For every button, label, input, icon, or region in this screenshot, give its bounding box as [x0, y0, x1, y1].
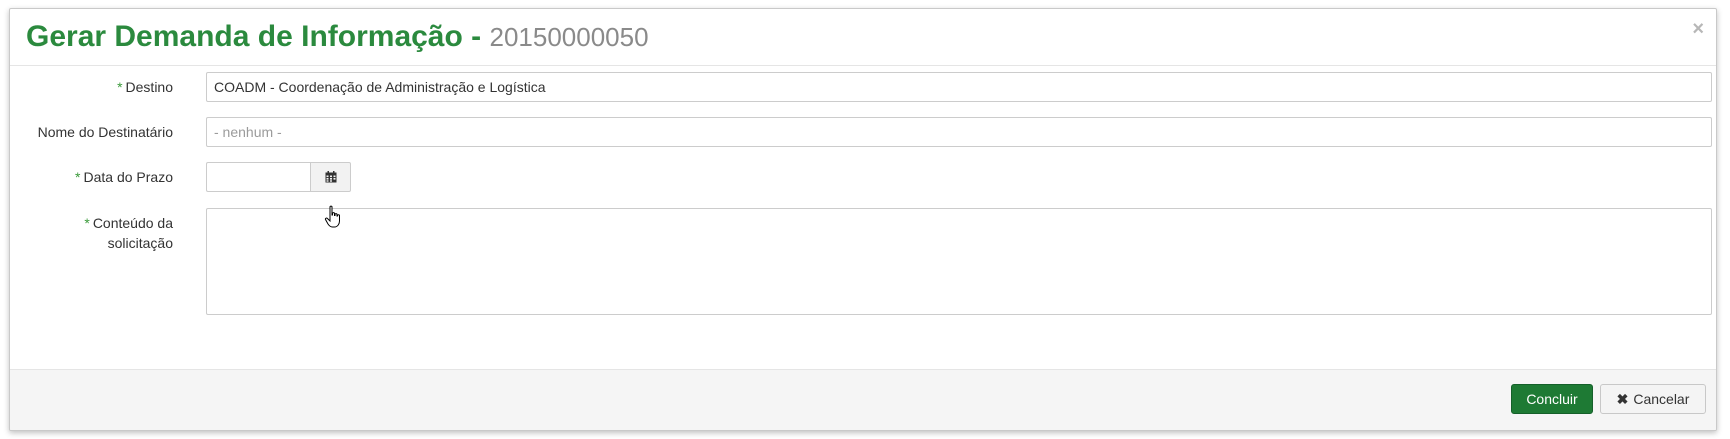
concluir-button[interactable]: Concluir [1511, 384, 1593, 414]
modal-footer: Concluir ✖ Cancelar [10, 369, 1716, 430]
data-prazo-row: * Data do Prazo [10, 162, 1716, 192]
required-mark: * [117, 79, 123, 95]
date-picker [206, 162, 351, 192]
destino-label: * Destino [117, 77, 173, 97]
destino-row: * Destino COADM - Coordenação de Administ… [10, 72, 1716, 102]
demand-number: 20150000050 [489, 22, 649, 52]
modal-title: Gerar Demanda de Informação - 2015000005… [26, 19, 649, 55]
conteudo-label-line2: solicitação [107, 235, 173, 251]
cancelar-label: Cancelar [1633, 391, 1690, 407]
nome-destinatario-row: Nome do Destinatário - nenhum - [10, 117, 1716, 147]
data-prazo-label-text: Data do Prazo [83, 169, 174, 185]
close-icon[interactable]: × [1692, 19, 1704, 39]
conteudo-label-line1: Conteúdo da [92, 215, 173, 231]
conteudo-row: * Conteúdo da solicitação [10, 208, 1716, 315]
required-mark: * [84, 215, 90, 231]
nome-destinatario-label: Nome do Destinatário [37, 124, 173, 140]
conteudo-label: * Conteúdo da [84, 213, 173, 233]
data-prazo-label: * Data do Prazo [75, 167, 173, 187]
modal-dialog: Gerar Demanda de Informação - 2015000005… [9, 8, 1717, 431]
close-icon: ✖ [1616, 391, 1629, 407]
nome-destinatario-field[interactable]: - nenhum - [206, 117, 1712, 147]
required-mark: * [75, 169, 81, 185]
destino-field[interactable]: COADM - Coordenação de Administração e L… [206, 72, 1712, 102]
calendar-button[interactable] [310, 162, 351, 192]
data-prazo-field[interactable] [206, 162, 310, 192]
destino-label-text: Destino [125, 79, 173, 95]
calendar-icon [325, 171, 336, 183]
modal-title-text: Gerar Demanda de Informação - [26, 20, 482, 53]
conteudo-textarea[interactable] [206, 208, 1712, 315]
cancelar-button[interactable]: ✖ Cancelar [1600, 384, 1706, 414]
modal-header: Gerar Demanda de Informação - 2015000005… [10, 9, 1716, 66]
hand-pointer-cursor-icon [324, 205, 340, 228]
